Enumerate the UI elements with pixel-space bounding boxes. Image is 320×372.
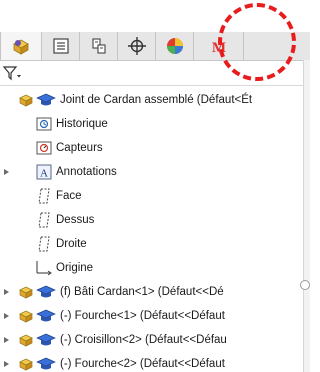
tab-dimxpert[interactable] bbox=[118, 32, 156, 60]
tree-item-component[interactable]: (-) Fourche<2> (Défaut<<Défaut bbox=[0, 352, 300, 372]
part-icon bbox=[19, 286, 33, 299]
tab-propertymanager[interactable] bbox=[42, 32, 80, 60]
propertymanager-tab-icon bbox=[52, 38, 69, 54]
tree-item-component[interactable]: (f) Bâti Cardan<1> (Défaut<<Dé bbox=[0, 280, 300, 304]
tab-featuremanager[interactable] bbox=[0, 32, 42, 60]
tree-item-label: (f) Bâti Cardan<1> (Défaut<<Dé bbox=[60, 286, 224, 298]
highlight-callout-circle bbox=[218, 3, 296, 81]
plane-icon bbox=[38, 188, 50, 204]
featuremanager-tab-icon bbox=[13, 39, 29, 55]
tree-item-annotations[interactable]: A Annotations bbox=[0, 160, 300, 184]
graduation-cap-icon bbox=[36, 333, 56, 346]
tree-item-label: Origine bbox=[56, 262, 94, 274]
tree-item-sensors[interactable]: Capteurs bbox=[0, 136, 300, 160]
configurationmanager-tab-icon bbox=[91, 38, 106, 54]
part-icon bbox=[19, 358, 33, 371]
dimxpert-tab-icon bbox=[127, 37, 146, 55]
plane-icon bbox=[38, 212, 50, 228]
sensor-icon bbox=[36, 141, 52, 155]
annotations-icon: A bbox=[36, 164, 52, 180]
panel-splitter[interactable] bbox=[303, 60, 310, 372]
tree-item-origin[interactable]: Origine bbox=[0, 256, 300, 280]
filter-icon[interactable] bbox=[2, 64, 22, 82]
tree-item-label: Droite bbox=[56, 238, 87, 250]
tree-item-label: Capteurs bbox=[56, 142, 103, 154]
feature-tree: Joint de Cardan assemblé (Défaut<Ét Hist… bbox=[0, 88, 300, 372]
tree-item-component[interactable]: (-) Croisillon<2> (Défaut<<Défau bbox=[0, 328, 300, 352]
graduation-cap-icon bbox=[36, 357, 56, 370]
tree-item-plane-top[interactable]: Dessus bbox=[0, 208, 300, 232]
graduation-cap-icon bbox=[36, 309, 56, 322]
graduation-cap-icon bbox=[36, 285, 56, 298]
assembly-icon bbox=[19, 94, 33, 107]
part-icon bbox=[19, 334, 33, 347]
plane-icon bbox=[38, 236, 50, 252]
tree-item-label: Annotations bbox=[56, 166, 117, 178]
tree-item-label: (-) Fourche<2> (Défaut<<Défaut bbox=[60, 358, 225, 370]
tree-item-label: Historique bbox=[56, 118, 108, 130]
origin-icon bbox=[36, 261, 52, 276]
graduation-cap-icon bbox=[36, 93, 56, 106]
tree-item-plane-face[interactable]: Face bbox=[0, 184, 300, 208]
tree-item-label: (-) Croisillon<2> (Défaut<<Défau bbox=[60, 334, 227, 346]
expand-arrow-icon[interactable] bbox=[4, 169, 9, 175]
expand-arrow-icon[interactable] bbox=[4, 361, 9, 367]
history-icon bbox=[36, 117, 52, 131]
display-manager-tab-icon bbox=[166, 38, 183, 54]
expand-arrow-icon[interactable] bbox=[4, 289, 9, 295]
tree-item-plane-right[interactable]: Droite bbox=[0, 232, 300, 256]
tree-item-label: Dessus bbox=[56, 214, 95, 226]
tree-item-label: (-) Fourche<1> (Défaut<<Défaut bbox=[60, 310, 225, 322]
tree-item-label: Face bbox=[56, 190, 82, 202]
expand-arrow-icon[interactable] bbox=[4, 337, 9, 343]
tree-root-label: Joint de Cardan assemblé (Défaut<Ét bbox=[60, 94, 253, 106]
svg-text:A: A bbox=[40, 168, 48, 180]
tree-root-assembly[interactable]: Joint de Cardan assemblé (Défaut<Ét bbox=[0, 88, 300, 112]
expand-arrow-icon[interactable] bbox=[4, 313, 9, 319]
tree-item-component[interactable]: (-) Fourche<1> (Défaut<<Défaut bbox=[0, 304, 300, 328]
tab-configurationmanager[interactable] bbox=[80, 32, 118, 60]
part-icon bbox=[19, 310, 33, 323]
featuremanager-panel: M Joint de Cardan assemblé (Défaut<Ét Hi… bbox=[0, 0, 310, 372]
tree-item-history[interactable]: Historique bbox=[0, 112, 300, 136]
tab-display-manager[interactable] bbox=[156, 32, 194, 60]
splitter-grip-handle[interactable] bbox=[300, 280, 310, 290]
